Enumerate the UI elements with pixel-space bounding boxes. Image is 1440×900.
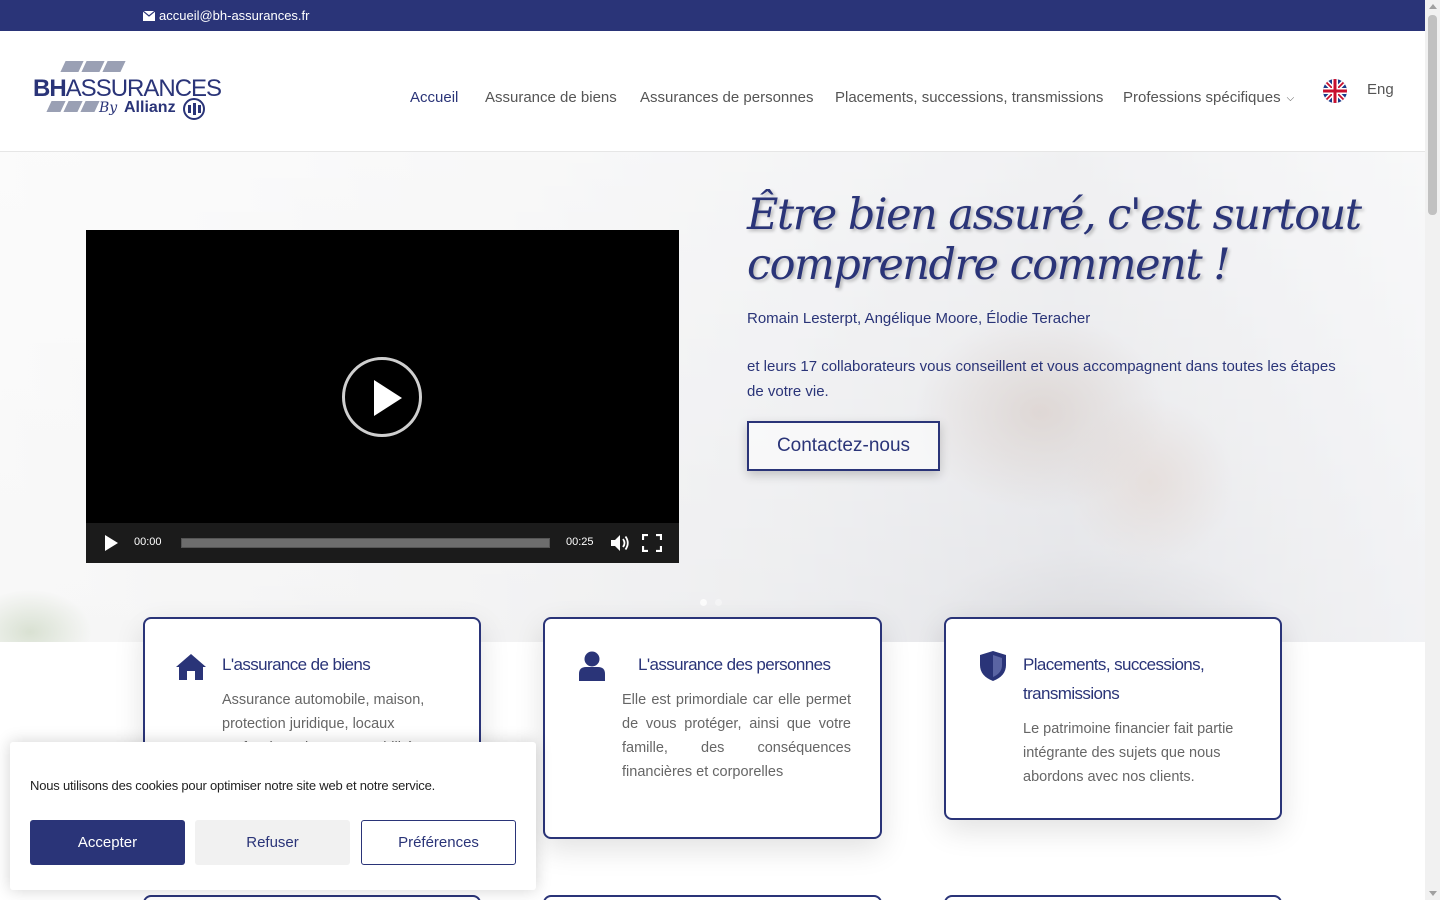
cookie-preferences-button[interactable]: Préférences xyxy=(361,820,516,865)
refuse-cookies-button[interactable]: Refuser xyxy=(195,820,350,865)
video-player[interactable]: 00:00 00:25 xyxy=(86,230,679,563)
card-stub xyxy=(944,895,1282,900)
card-stub xyxy=(143,895,481,900)
language-switch[interactable]: Eng xyxy=(1367,81,1394,98)
nav-professions-specifiques[interactable]: Professions spécifiques ⌵ xyxy=(1123,89,1294,106)
contact-button[interactable]: Contactez-nous xyxy=(747,421,940,471)
nav-assurances-de-personnes[interactable]: Assurances de personnes xyxy=(640,89,813,106)
card-title: Placements, successions, transmissions xyxy=(1023,655,1205,703)
card-assurance-personnes[interactable]: L'assurance des personnes Elle est primo… xyxy=(543,617,882,839)
allianz-icon xyxy=(183,98,205,120)
scroll-up-icon[interactable] xyxy=(1429,4,1437,9)
play-icon[interactable] xyxy=(105,535,118,551)
nav-assurance-de-biens[interactable]: Assurance de biens xyxy=(485,89,617,106)
page-scrollbar[interactable] xyxy=(1425,0,1440,900)
person-icon xyxy=(579,651,605,681)
cookie-banner: Nous utilisons des cookies pour optimise… xyxy=(10,742,536,890)
card-stub xyxy=(543,895,882,900)
email-link[interactable]: accueil@bh-assurances.fr xyxy=(143,8,309,23)
hero-names: Romain Lesterpt, Angélique Moore, Élodie… xyxy=(747,310,1091,327)
shield-icon xyxy=(980,651,1006,681)
video-duration: 00:25 xyxy=(566,536,594,548)
mail-icon xyxy=(143,10,155,21)
volume-icon[interactable] xyxy=(610,534,630,552)
nav-professions-label: Professions spécifiques xyxy=(1123,89,1281,106)
slider-dots xyxy=(700,599,722,606)
logo-by: By xyxy=(99,100,118,116)
chevron-down-icon: ⌵ xyxy=(1286,93,1295,104)
house-icon xyxy=(176,654,206,680)
top-bar: accueil@bh-assurances.fr xyxy=(0,0,1425,31)
slider-dot-1[interactable] xyxy=(700,599,707,606)
video-progress-bar[interactable] xyxy=(181,538,550,548)
slider-dot-2[interactable] xyxy=(715,599,722,606)
hero-section: 00:00 00:25 Être bien assuré, c'est surt… xyxy=(0,152,1425,642)
logo-stripes-bottom xyxy=(46,101,100,112)
video-controls: 00:00 00:25 xyxy=(86,523,679,563)
site-header: BHASSURANCES By Allianz Accueil Assuranc… xyxy=(0,31,1425,152)
cookie-message: Nous utilisons des cookies pour optimise… xyxy=(30,778,436,793)
card-text: Le patrimoine financier fait partie inté… xyxy=(1023,721,1234,785)
card-title: L'assurance de biens xyxy=(222,655,371,674)
uk-flag-icon[interactable] xyxy=(1323,79,1347,103)
nav-accueil[interactable]: Accueil xyxy=(410,89,458,106)
hero-description: et leurs 17 collaborateurs vous conseill… xyxy=(747,358,1336,400)
card-placements[interactable]: Placements, successions, transmissions L… xyxy=(944,617,1282,820)
card-text: Elle est primordiale car elle permet de … xyxy=(622,692,851,780)
play-large-icon[interactable] xyxy=(342,357,422,437)
hero-slogan: Être bien assuré, c'est surtout comprend… xyxy=(747,190,1362,290)
scroll-down-icon[interactable] xyxy=(1429,891,1437,896)
logo-allianz: Allianz xyxy=(124,99,176,116)
accept-cookies-button[interactable]: Accepter xyxy=(30,820,185,865)
logo-stripes xyxy=(60,61,126,72)
video-current-time: 00:00 xyxy=(134,536,162,548)
fullscreen-icon[interactable] xyxy=(642,534,662,552)
scrollbar-thumb[interactable] xyxy=(1428,15,1437,215)
card-title: L'assurance des personnes xyxy=(638,655,831,674)
email-text: accueil@bh-assurances.fr xyxy=(159,8,310,23)
site-logo[interactable]: BHASSURANCES By Allianz xyxy=(33,61,222,121)
nav-placements[interactable]: Placements, successions, transmissions xyxy=(835,89,1103,106)
